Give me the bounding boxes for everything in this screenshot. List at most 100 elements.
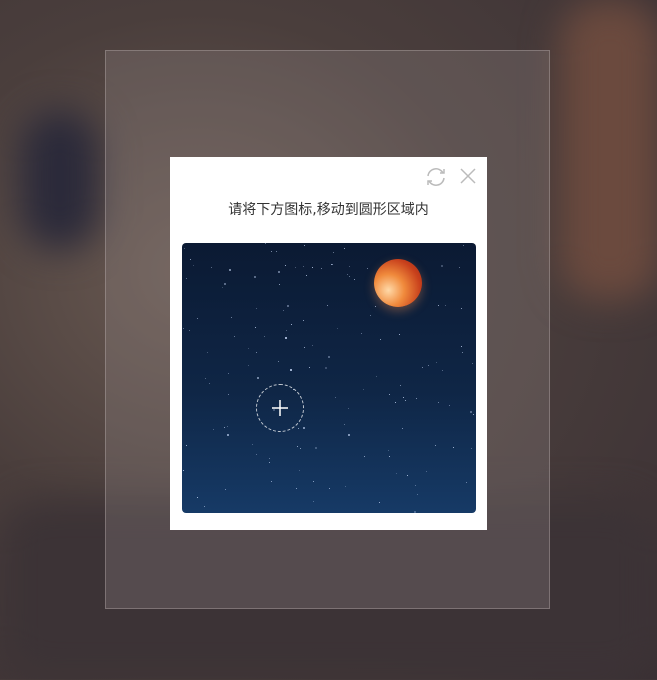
star [347, 274, 348, 275]
star [449, 405, 450, 406]
star [227, 434, 229, 436]
refresh-icon[interactable] [425, 167, 445, 187]
star [228, 394, 229, 395]
star [327, 305, 328, 306]
star [256, 308, 257, 309]
star [417, 494, 418, 495]
star [403, 397, 404, 398]
star [344, 248, 345, 249]
star [207, 352, 208, 353]
star [291, 324, 292, 325]
star [328, 356, 330, 358]
star [205, 378, 206, 379]
star [248, 348, 249, 349]
star [407, 475, 408, 476]
star [256, 352, 257, 353]
star [375, 306, 376, 307]
star [361, 333, 362, 334]
star [204, 506, 205, 507]
star [189, 330, 190, 331]
star [389, 394, 390, 395]
star [197, 318, 198, 319]
star [197, 497, 198, 498]
star [300, 448, 301, 449]
star [193, 265, 194, 266]
background-blur [20, 110, 100, 250]
star [184, 248, 185, 249]
star [438, 305, 439, 306]
star [442, 370, 443, 371]
star [229, 269, 231, 271]
star [376, 376, 377, 377]
draggable-moon[interactable] [374, 259, 422, 307]
star [349, 276, 350, 277]
star [329, 488, 330, 489]
star [304, 347, 305, 348]
star [255, 327, 256, 328]
star [463, 245, 464, 246]
star [271, 481, 272, 482]
captcha-dialog: 请将下方图标,移动到圆形区域内 [170, 157, 487, 530]
star [415, 485, 416, 486]
star [279, 284, 280, 285]
star [222, 287, 223, 288]
star [228, 373, 229, 374]
star [252, 444, 253, 445]
star [473, 414, 474, 415]
star [337, 328, 338, 329]
star [234, 336, 235, 337]
star [354, 279, 355, 280]
plus-icon [257, 385, 303, 431]
star [459, 267, 460, 268]
star [286, 330, 287, 331]
star [225, 489, 226, 490]
star [278, 361, 279, 362]
star [367, 268, 368, 269]
star [466, 482, 467, 483]
star [396, 473, 397, 474]
star [332, 264, 333, 265]
star [370, 315, 371, 316]
star [183, 328, 184, 329]
star [380, 339, 381, 340]
star [285, 265, 286, 266]
star [248, 365, 249, 366]
star [363, 389, 364, 390]
star [333, 252, 334, 253]
star [271, 251, 272, 252]
star [190, 259, 191, 260]
star [453, 447, 454, 448]
puzzle-canvas [182, 243, 476, 513]
star [269, 458, 270, 459]
star [309, 367, 310, 368]
star [313, 481, 314, 482]
star [471, 448, 472, 449]
star [388, 450, 389, 451]
close-icon[interactable] [459, 167, 479, 187]
star [304, 245, 305, 246]
star [312, 345, 313, 346]
star [344, 424, 345, 425]
star [313, 501, 314, 502]
drop-target-circle [256, 384, 304, 432]
star [470, 411, 472, 413]
star [345, 486, 346, 487]
star [405, 400, 406, 401]
star [303, 320, 304, 321]
star [256, 454, 257, 455]
star [445, 305, 446, 306]
star [231, 317, 232, 318]
star [183, 470, 184, 471]
star [402, 428, 403, 429]
star [436, 362, 437, 363]
star [213, 429, 214, 430]
star [349, 266, 350, 267]
background-blur [560, 0, 657, 300]
star [257, 377, 259, 379]
star [435, 445, 436, 446]
star [441, 265, 443, 267]
star [287, 305, 289, 307]
star [315, 447, 317, 449]
star [209, 383, 210, 384]
star [312, 267, 313, 268]
